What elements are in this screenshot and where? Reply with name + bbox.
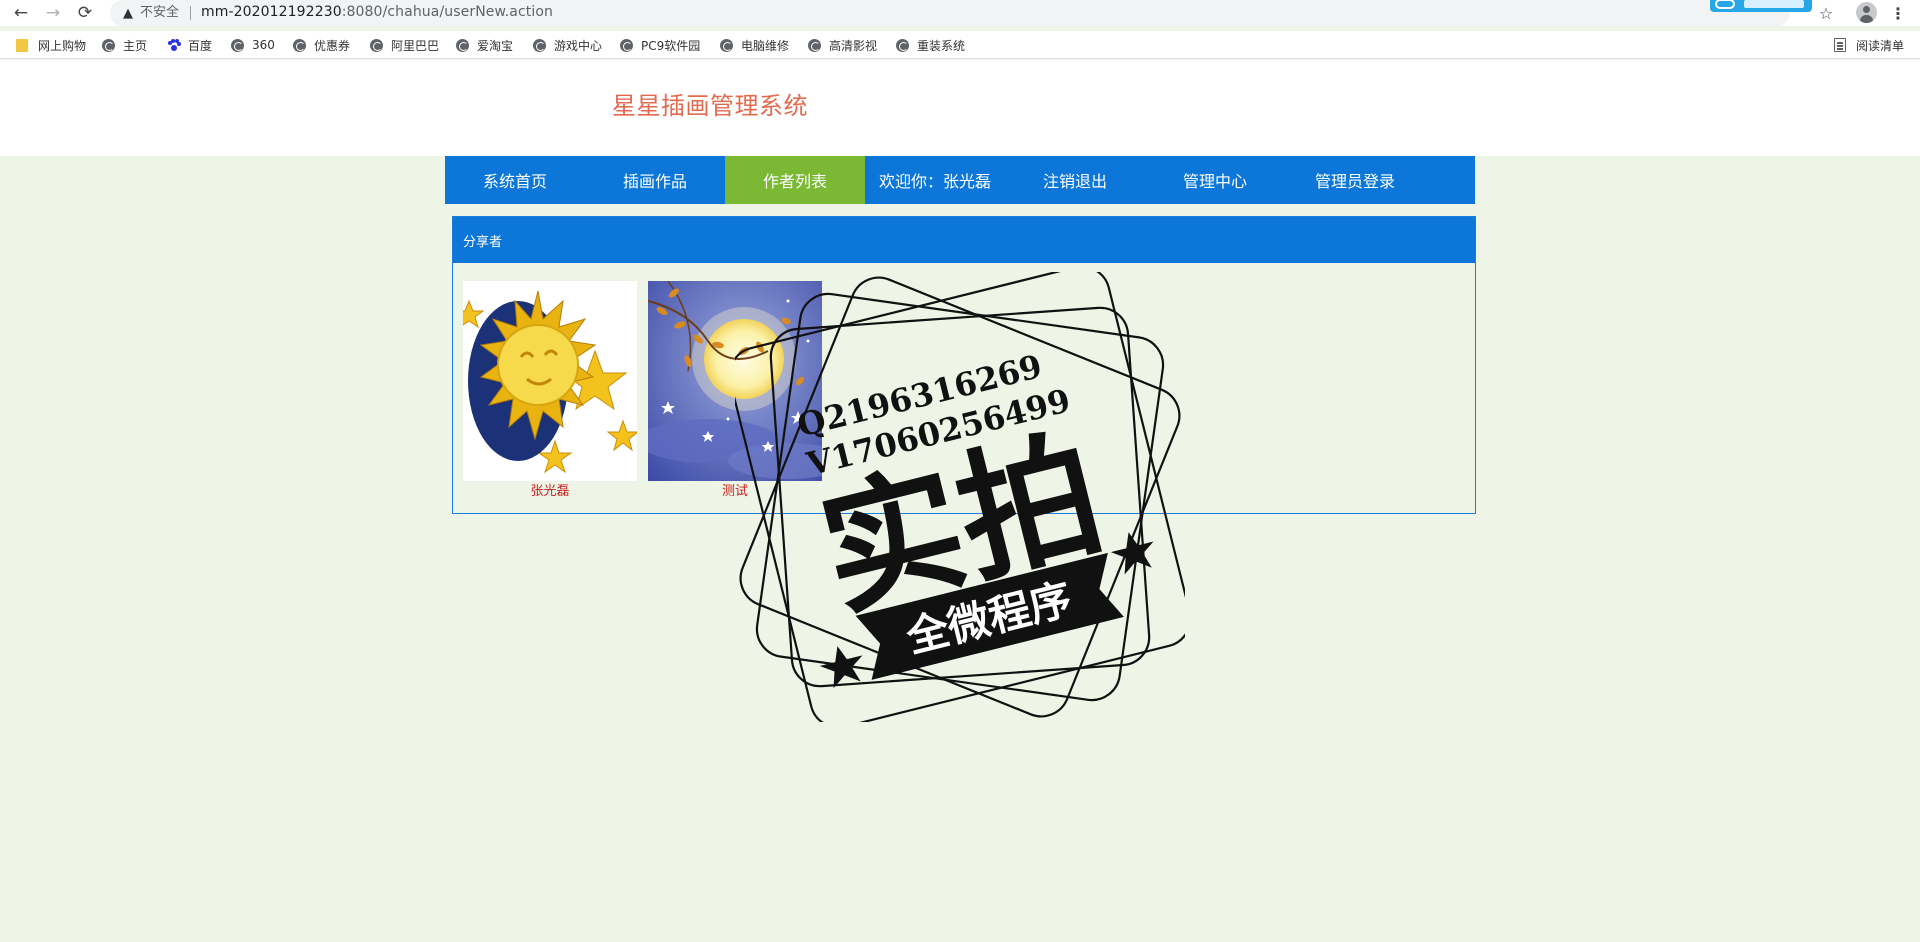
nav-admin-login[interactable]: 管理员登录 [1285,156,1425,204]
globe-icon [370,38,383,52]
bookmark-label: 阿里巴巴 [391,38,440,53]
main-nav: 系统首页 插画作品 作者列表 欢迎你：张光磊 注销退出 管理中心 管理员登录 [445,156,1475,204]
security-label[interactable]: 不安全 [140,5,179,21]
bookmark-item[interactable]: 高清影视 [808,35,877,55]
kebab-menu-icon[interactable]: ⋮ [1888,2,1908,24]
author-card[interactable]: 张光磊 [463,281,637,500]
bookmark-label: 电脑维修 [741,38,790,53]
reload-icon[interactable]: ⟳ [74,2,96,24]
bookmark-label: 爱淘宝 [477,38,514,53]
site-title: 星星插画管理系统 [612,92,808,120]
bookmark-item[interactable]: 重装系统 [896,35,965,55]
browser-toolbar: ← → ⟳ ▲ 不安全 mm-202012192230:8080/chahua/… [0,0,1920,26]
nav-admin-center[interactable]: 管理中心 [1145,156,1285,204]
bookmark-item[interactable]: 360 [231,35,275,55]
globe-icon [456,38,469,52]
address-divider [190,6,191,20]
bookmark-item[interactable]: 优惠券 [293,35,350,55]
globe-icon [293,38,306,52]
bookmark-item[interactable]: 阿里巴巴 [370,35,439,55]
address-bar[interactable]: ▲ 不安全 mm-202012192230:8080/chahua/userNe… [110,0,1790,26]
globe-icon [620,38,633,52]
warning-triangle-icon[interactable]: ▲ [118,3,138,23]
ribbon-star-left-icon [819,646,863,689]
nav-artworks[interactable]: 插画作品 [585,156,725,204]
reading-list-icon [1834,38,1846,52]
bookmark-label: 网上购物 [38,38,87,53]
bookmark-item[interactable]: 游戏中心 [533,35,602,55]
nav-logout[interactable]: 注销退出 [1005,156,1145,204]
profile-icon[interactable] [1856,2,1877,23]
ribbon-star-right-icon [1110,532,1154,575]
url-path: :8080/chahua/userNew.action [341,4,554,20]
bookmark-item[interactable]: 百度 [167,35,212,55]
card-caption[interactable]: 张光磊 [463,484,637,500]
bookmark-label: PC9软件园 [641,38,701,53]
bookmark-label: 主页 [123,38,148,53]
forward-arrow-icon[interactable]: → [42,2,64,24]
globe-icon [533,38,546,52]
bookmark-item[interactable]: 网上购物 [16,35,86,55]
bookmark-item[interactable]: 爱淘宝 [456,35,513,55]
url-text[interactable]: mm-202012192230:8080/chahua/userNew.acti… [201,4,553,21]
full-moon-night-illustration[interactable] [648,281,822,481]
sharers-panel: 分享者 张光磊 测试 [452,216,1476,514]
panel-heading: 分享者 [453,217,1475,263]
bookmark-label: 优惠券 [314,38,351,53]
bookmark-label: 百度 [188,38,213,53]
bookmarks-bar: 网上购物 主页 百度 360 优惠券 阿里巴巴 爱淘宝 游戏中心 PC9软件园 … [0,31,1920,59]
globe-icon [896,38,909,52]
bookmark-label: 高清影视 [829,38,878,53]
nav-welcome-user[interactable]: 欢迎你：张光磊 [865,156,1005,204]
author-card[interactable]: 测试 [648,281,822,500]
card-caption[interactable]: 测试 [648,484,822,500]
reading-list-label: 阅读清单 [1856,38,1905,53]
reading-list-button[interactable]: 阅读清单 [1834,35,1904,55]
folder-icon [16,38,28,52]
extension-button[interactable] [1710,0,1812,12]
globe-icon [231,38,244,52]
bookmark-label: 重装系统 [917,38,966,53]
globe-icon [808,38,821,52]
page-header: 星星插画管理系统 [0,60,1920,156]
watermark-ribbon-text: 全微程序 [901,574,1077,662]
globe-icon [720,38,733,52]
bookmark-label: 游戏中心 [554,38,603,53]
star-icon[interactable]: ☆ [1815,2,1837,24]
globe-icon [102,38,115,52]
back-arrow-icon[interactable]: ← [10,2,32,24]
nav-home[interactable]: 系统首页 [445,156,585,204]
nav-author-list[interactable]: 作者列表 [725,156,865,204]
bookmark-item[interactable]: 电脑维修 [720,35,789,55]
baidu-paw-icon [167,38,181,52]
bookmark-item[interactable]: 主页 [102,35,147,55]
extension-logo-icon [1715,0,1735,9]
sun-with-stars-illustration[interactable] [463,281,637,481]
url-host: mm-202012192230 [201,4,342,20]
bookmark-item[interactable]: PC9软件园 [620,35,700,55]
bookmark-label: 360 [252,38,275,52]
